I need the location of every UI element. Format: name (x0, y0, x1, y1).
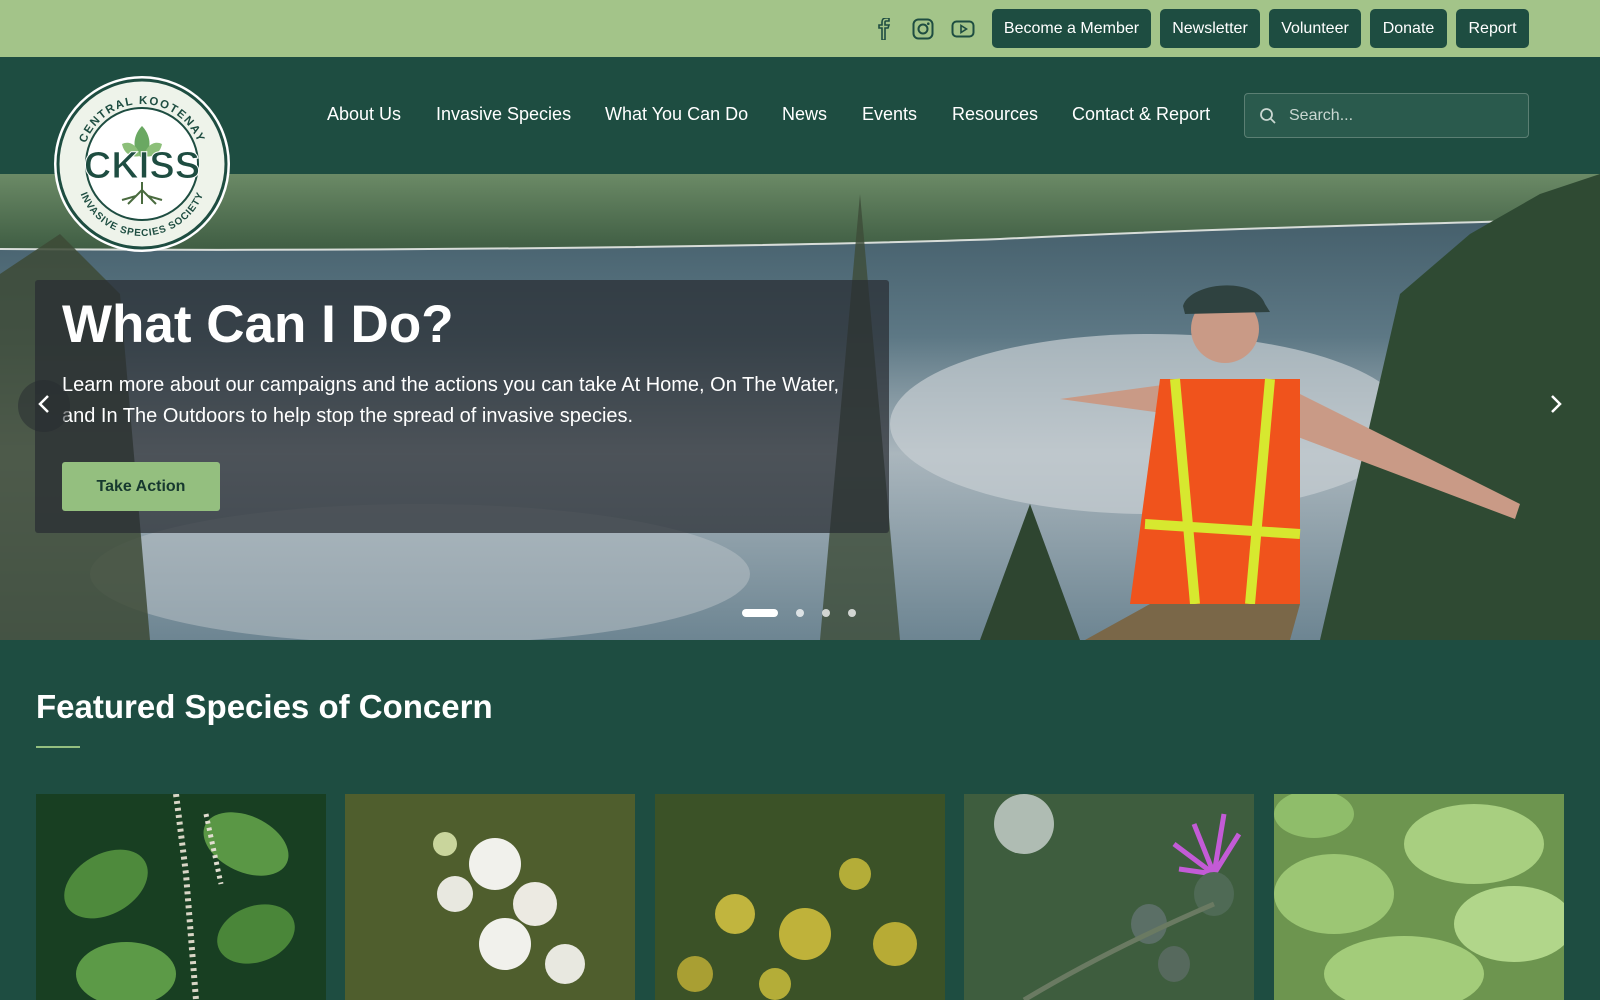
nav-what-you-can-do[interactable]: What You Can Do (605, 104, 748, 125)
next-slide-button[interactable] (1530, 380, 1582, 432)
donate-button[interactable]: Donate (1370, 9, 1447, 48)
slide-dot-1[interactable] (742, 609, 778, 617)
species-card-thistle[interactable] (964, 794, 1254, 1000)
slide-dot-3[interactable] (822, 609, 830, 617)
hero-slider: What Can I Do? Learn more about our camp… (0, 174, 1600, 640)
nav-invasive-species[interactable]: Invasive Species (436, 104, 571, 125)
volunteer-button[interactable]: Volunteer (1269, 9, 1361, 48)
youtube-icon[interactable] (951, 17, 975, 41)
search-box (1244, 93, 1529, 138)
nav-news[interactable]: News (782, 104, 827, 125)
nav-about-us[interactable]: About Us (327, 104, 401, 125)
slide-dot-4[interactable] (848, 609, 856, 617)
nav-events[interactable]: Events (862, 104, 917, 125)
facebook-icon[interactable] (872, 17, 896, 41)
report-button[interactable]: Report (1456, 9, 1529, 48)
ckiss-logo[interactable]: CKISS CENTRAL KOOTENAY INVASIVE SPECIES … (52, 74, 232, 254)
top-bar: Become a Member Newsletter Volunteer Don… (0, 0, 1600, 57)
take-action-button[interactable]: Take Action (62, 462, 220, 511)
chevron-right-icon (1549, 393, 1563, 420)
nav-contact-report[interactable]: Contact & Report (1072, 104, 1210, 125)
title-underline (36, 746, 80, 748)
nav-resources[interactable]: Resources (952, 104, 1038, 125)
chevron-left-icon (37, 393, 51, 420)
logo-initials: CKISS (84, 145, 200, 187)
search-icon (1259, 107, 1277, 130)
species-card-water-hemlock[interactable] (345, 794, 635, 1000)
species-card-butterbur[interactable] (1274, 794, 1564, 1000)
hero-title: What Can I Do? (62, 295, 454, 354)
species-card-wild-parsnip[interactable] (655, 794, 945, 1000)
newsletter-button[interactable]: Newsletter (1160, 9, 1260, 48)
search-input[interactable] (1289, 94, 1519, 137)
featured-section-title: Featured Species of Concern (36, 688, 493, 725)
species-card-knotweed[interactable] (36, 794, 326, 1000)
become-member-button[interactable]: Become a Member (992, 9, 1151, 48)
slide-dot-2[interactable] (796, 609, 804, 617)
prev-slide-button[interactable] (18, 380, 70, 432)
hero-description: Learn more about our campaigns and the a… (62, 374, 840, 427)
instagram-icon[interactable] (911, 17, 935, 41)
